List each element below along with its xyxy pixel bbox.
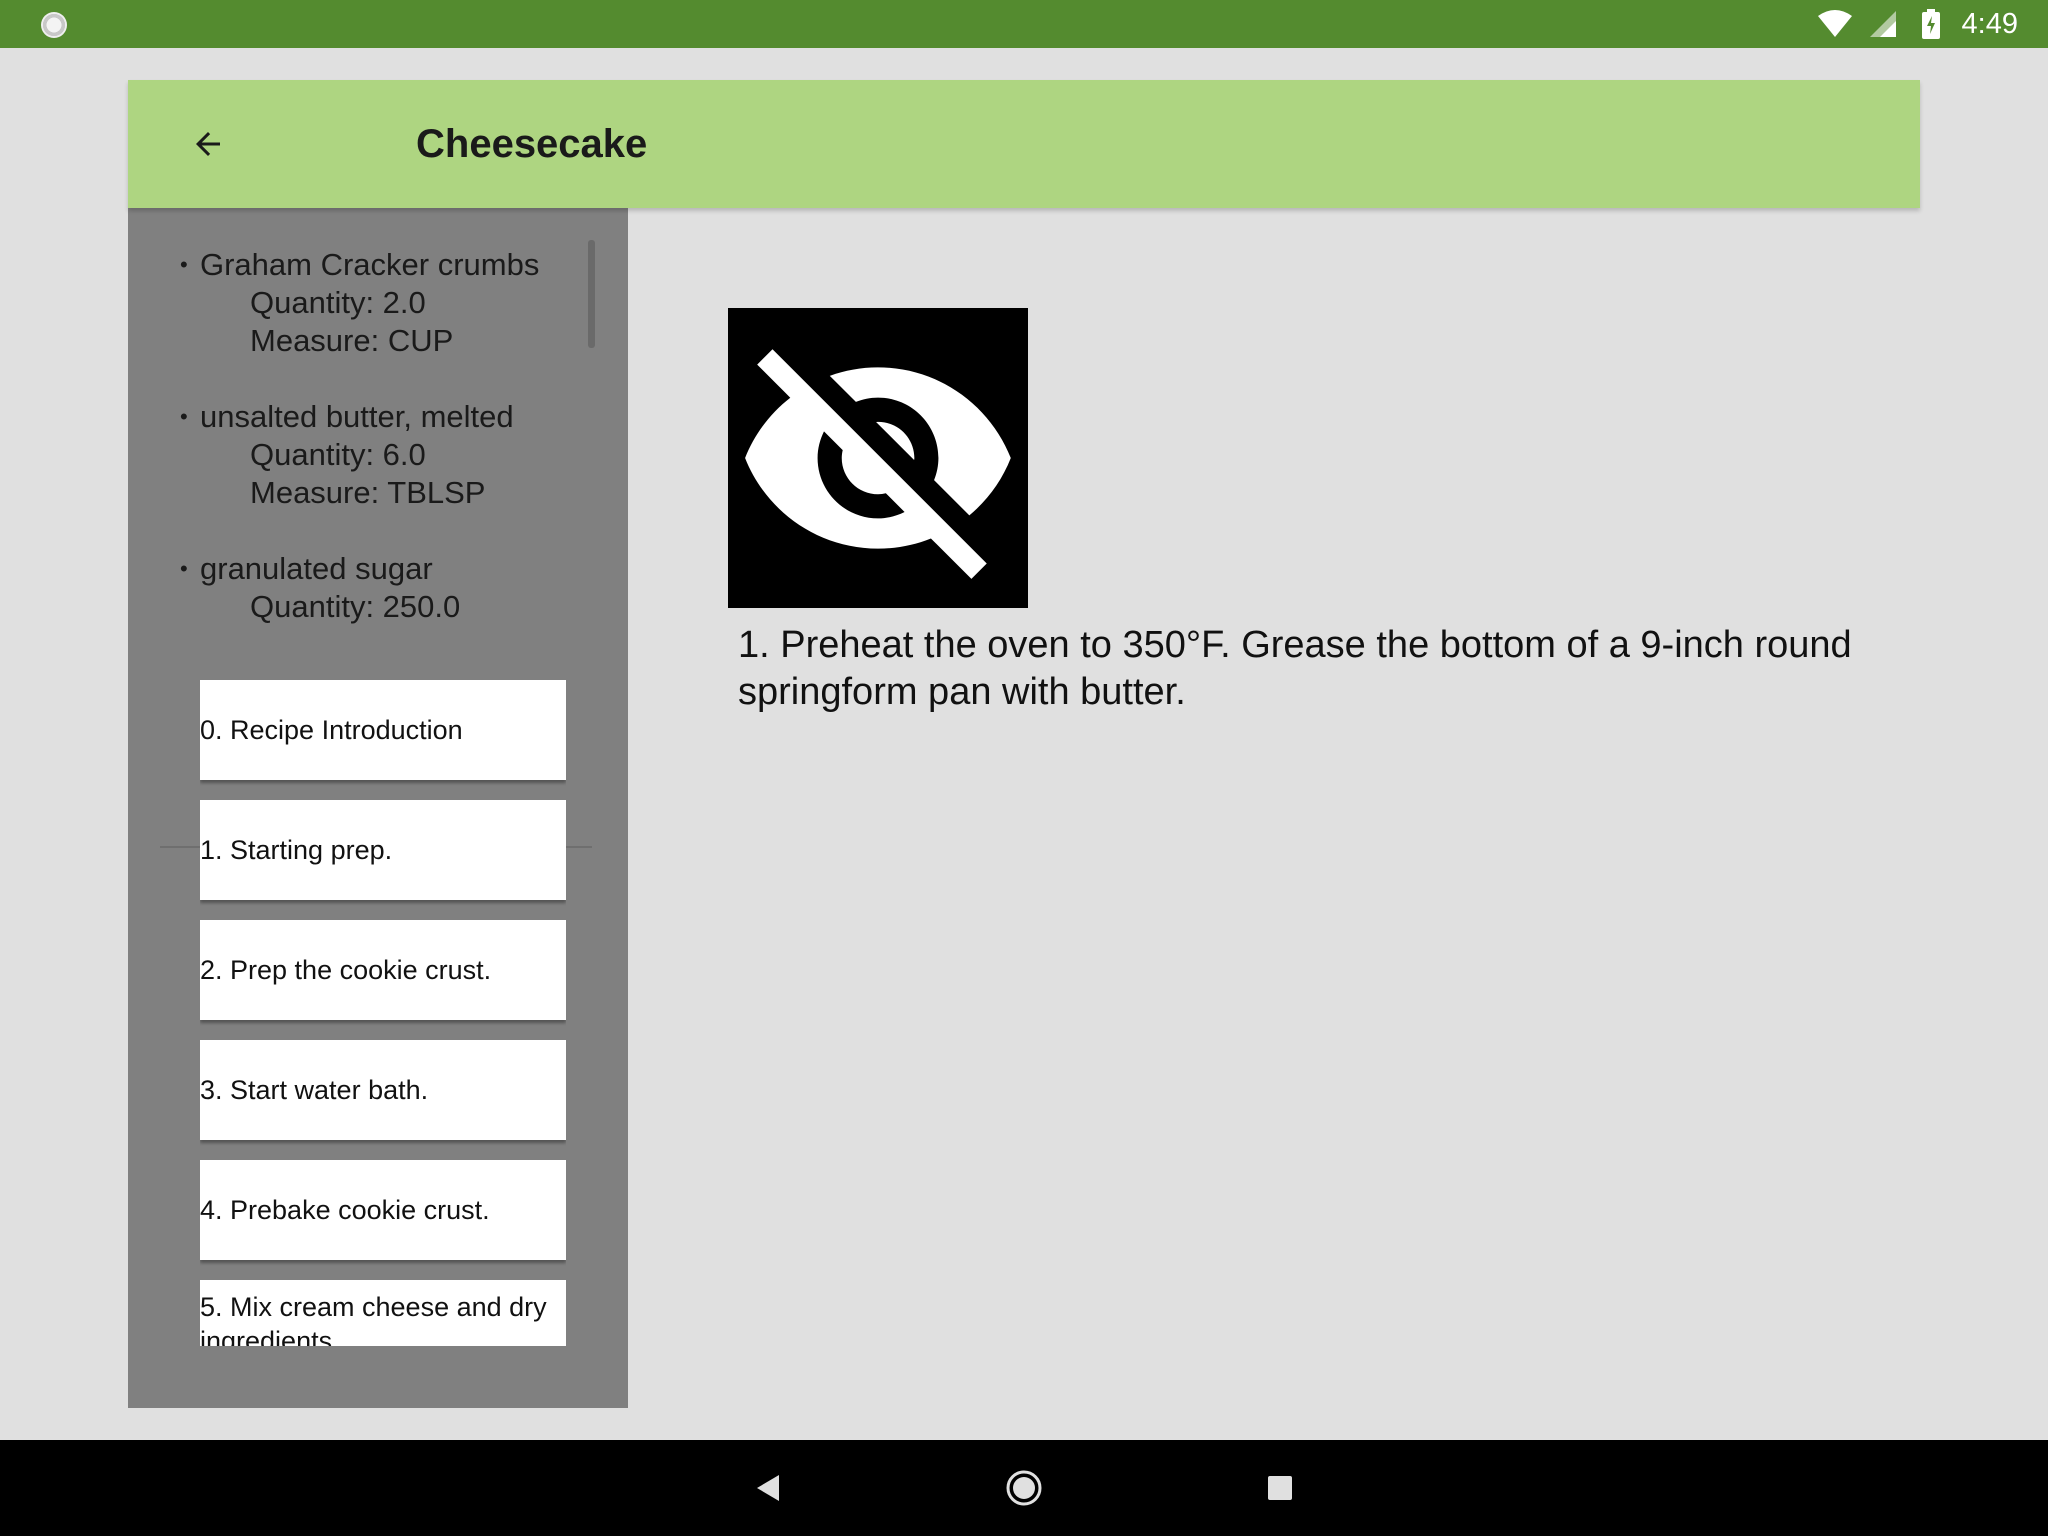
back-button[interactable] xyxy=(168,104,248,184)
step-label: 3. Start water bath. xyxy=(200,1075,429,1105)
nav-recents-button[interactable] xyxy=(1252,1460,1308,1516)
nav-back-button[interactable] xyxy=(740,1460,796,1516)
step-card[interactable]: 3. Start water bath. xyxy=(200,1040,566,1140)
clock: 4:49 xyxy=(1961,7,2018,40)
step-description: 1. Preheat the oven to 350°F. Grease the… xyxy=(738,624,1852,713)
step-label: 1. Starting prep. xyxy=(200,835,393,865)
ingredient-name: Graham Cracker crumbs xyxy=(160,246,592,284)
status-bar: 4:49 xyxy=(0,0,2048,48)
nav-home-icon xyxy=(1006,1470,1042,1506)
arrow-back-icon xyxy=(196,132,220,156)
ingredient-quantity: Quantity: 250.0 xyxy=(250,589,461,624)
step-card[interactable]: 2. Prep the cookie crust. xyxy=(200,920,566,1020)
battery-charging-icon xyxy=(1914,9,1948,39)
visibility-off-icon xyxy=(745,349,1011,579)
wifi-icon xyxy=(1817,9,1852,39)
step-label: 2. Prep the cookie crust. xyxy=(200,955,492,985)
status-icons: 4:49 xyxy=(1817,0,2018,48)
cell-signal-icon xyxy=(1866,9,1900,39)
navigation-bar xyxy=(0,1440,2048,1536)
ingredient-measure: Measure: CUP xyxy=(250,323,454,358)
nav-home-button[interactable] xyxy=(996,1460,1052,1516)
ingredient-quantity: Quantity: 6.0 xyxy=(250,437,426,472)
step-label: 4. Prebake cookie crust. xyxy=(200,1195,490,1225)
ingredient-name: unsalted butter, melted xyxy=(160,398,592,436)
app-notification-icon xyxy=(41,12,67,38)
step-card[interactable]: 1. Starting prep. xyxy=(200,800,566,900)
nav-back-icon xyxy=(757,1475,779,1501)
ingredient-item: Graham Cracker crumbs Quantity: 2.0 Meas… xyxy=(160,246,592,360)
recipe-sidebar: Graham Cracker crumbs Quantity: 2.0 Meas… xyxy=(128,208,628,1408)
step-card[interactable]: 4. Prebake cookie crust. xyxy=(200,1160,566,1260)
app-bar: Cheesecake xyxy=(128,80,1920,208)
ingredient-name: granulated sugar xyxy=(160,550,592,588)
ingredient-item: granulated sugar Quantity: 250.0 xyxy=(160,550,592,626)
page-title: Cheesecake xyxy=(416,122,648,166)
ingredient-quantity: Quantity: 2.0 xyxy=(250,285,426,320)
steps-list[interactable]: 0. Recipe Introduction 1. Starting prep.… xyxy=(200,680,566,1346)
ingredients-scrollbar[interactable] xyxy=(588,240,595,348)
ingredient-item: unsalted butter, melted Quantity: 6.0 Me… xyxy=(160,398,592,512)
step-card[interactable]: 5. Mix cream cheese and dry ingredients. xyxy=(200,1280,566,1346)
step-media-placeholder xyxy=(728,308,1028,608)
step-label: 0. Recipe Introduction xyxy=(200,715,463,745)
nav-recents-icon xyxy=(1268,1476,1292,1500)
ingredient-measure: Measure: TBLSP xyxy=(250,475,486,510)
step-label: 5. Mix cream cheese and dry ingredients. xyxy=(200,1292,547,1346)
step-card[interactable]: 0. Recipe Introduction xyxy=(200,680,566,780)
